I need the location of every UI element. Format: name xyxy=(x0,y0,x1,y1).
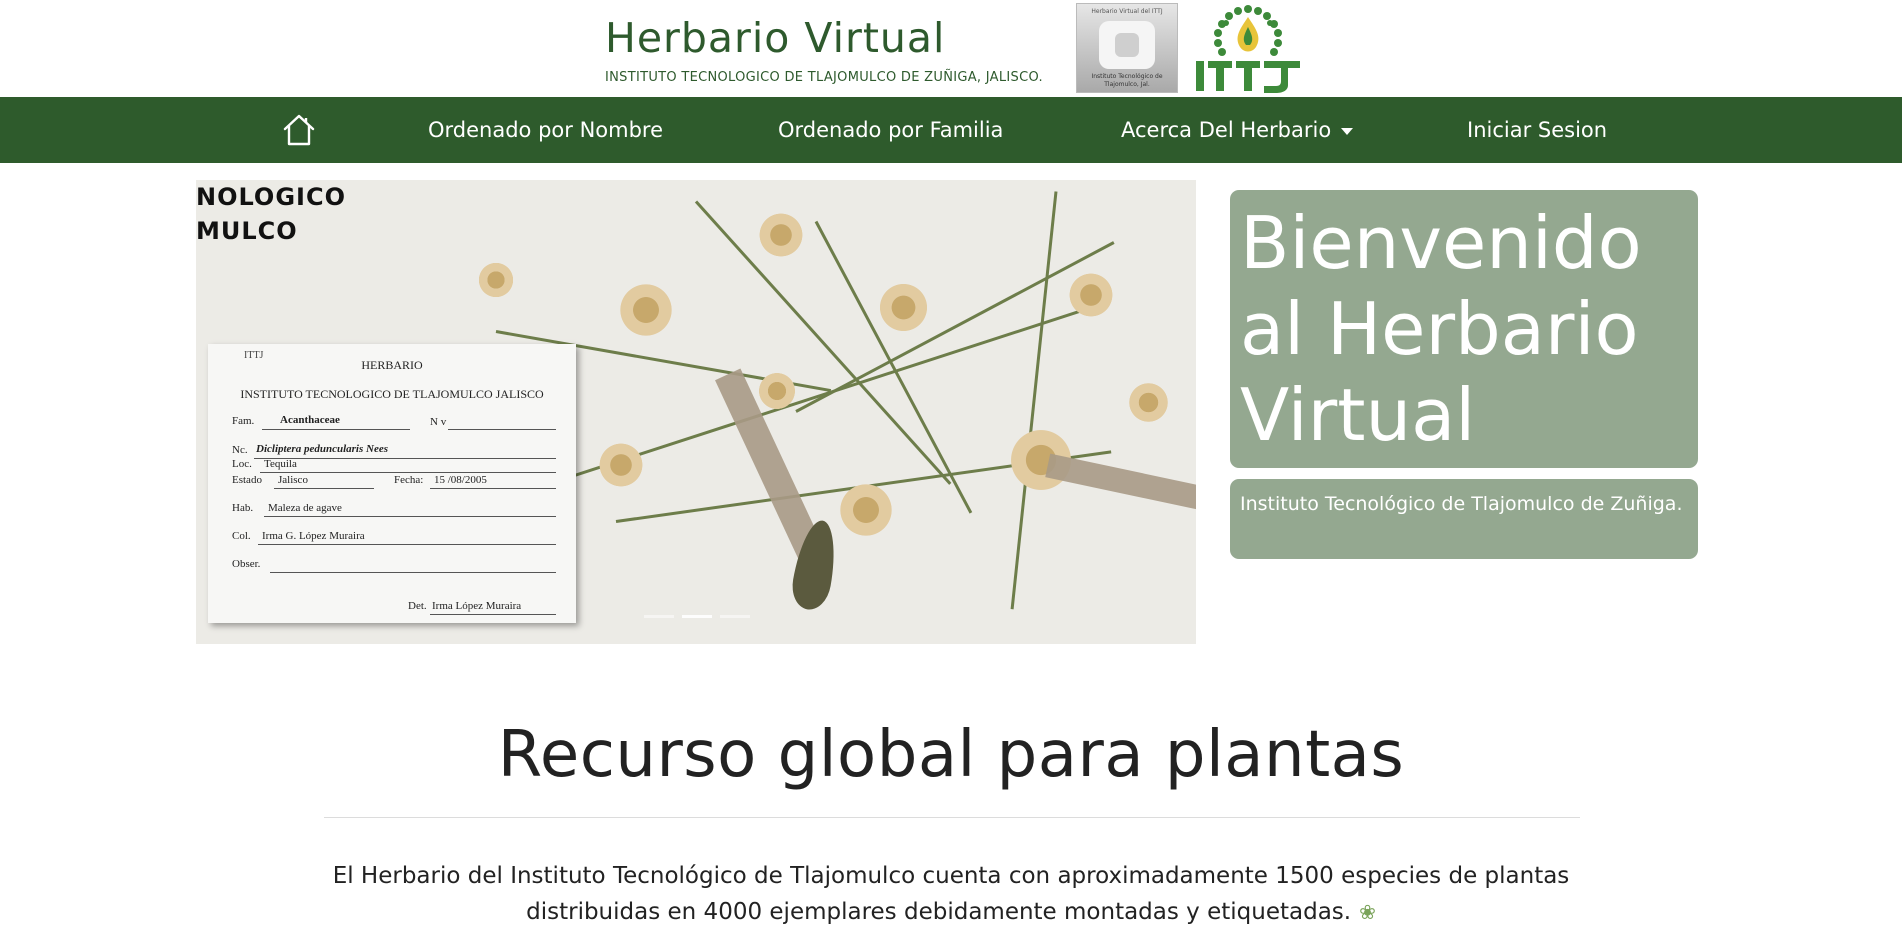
label-line xyxy=(254,458,556,459)
carousel-indicators xyxy=(196,615,1196,625)
label-hab: Hab. xyxy=(232,502,254,514)
flower-head xyxy=(756,210,806,260)
label-heading: HERBARIO xyxy=(361,358,423,372)
label-hab-value: Maleza de agave xyxy=(268,502,342,514)
label-loc: Loc. xyxy=(232,458,252,470)
welcome-title: Bienvenido al Herbario Virtual xyxy=(1240,201,1642,457)
hero-carousel[interactable]: NOLOGICO MULCO ITTJ HERBARIO INSTITUTO T… xyxy=(196,180,1196,644)
herbario-logo-top-text: Herbario Virtual del ITTJ xyxy=(1091,8,1163,15)
label-col: Col. xyxy=(232,530,251,542)
label-fecha: Fecha: xyxy=(394,474,424,486)
nav-item-iniciar-sesion[interactable]: Iniciar Sesion xyxy=(1467,97,1607,163)
main-nav: Ordenado por Nombre Ordenado por Familia… xyxy=(0,97,1902,163)
label-estado-value: Jalisco xyxy=(278,474,308,486)
label-fecha-value: 15 /08/2005 xyxy=(434,474,487,486)
herbario-logo: Herbario Virtual del ITTJ Instituto Tecn… xyxy=(1076,3,1178,93)
brand[interactable]: Herbario Virtual INSTITUTO TECNOLOGICO D… xyxy=(605,14,1043,85)
label-estado: Estado xyxy=(232,474,262,486)
label-det-value: Irma López Muraira xyxy=(432,600,522,612)
carousel-indicator[interactable] xyxy=(720,615,750,618)
label-line xyxy=(448,429,556,430)
label-loc-value: Tequila xyxy=(264,458,297,470)
welcome-card: Bienvenido al Herbario Virtual xyxy=(1230,190,1698,468)
label-fam-value: Acanthaceae xyxy=(280,414,340,426)
label-fam: Fam. xyxy=(232,415,254,427)
site-subtitle: INSTITUTO TECNOLOGICO DE TLAJOMULCO DE Z… xyxy=(605,70,1043,85)
herbarium-label-card: ITTJ HERBARIO INSTITUTO TECNOLOGICO DE T… xyxy=(208,344,576,623)
label-nc-value: Dicliptera peduncularis Nees xyxy=(256,443,388,455)
hero-corner-text-1: NOLOGICO xyxy=(196,183,346,211)
site-title[interactable]: Herbario Virtual xyxy=(605,14,1043,62)
plant-stem xyxy=(694,200,952,485)
label-col-value: Irma G. López Muraira xyxy=(262,530,365,542)
label-obser: Obser. xyxy=(232,558,261,570)
label-det: Det. xyxy=(408,600,427,612)
label-line xyxy=(258,544,556,545)
home-icon[interactable] xyxy=(282,113,316,147)
flower-head xyxy=(836,480,896,540)
nav-item-acerca-label: Acerca Del Herbario xyxy=(1121,118,1332,142)
site-header: Herbario Virtual INSTITUTO TECNOLOGICO D… xyxy=(0,0,1902,97)
institute-card: Instituto Tecnológico de Tlajomulco de Z… xyxy=(1230,479,1698,559)
hero-corner-text-2: MULCO xyxy=(196,217,298,245)
flower-head xyxy=(476,260,516,300)
label-line xyxy=(430,488,556,489)
flower-head xyxy=(596,440,646,490)
label-nv: N v xyxy=(430,416,447,428)
flower-head xyxy=(1126,380,1171,425)
carousel-indicator-active[interactable] xyxy=(682,615,712,618)
label-line xyxy=(262,429,410,430)
label-nc: Nc. xyxy=(232,444,248,456)
plant-stem xyxy=(814,220,973,514)
leaf-icon: ❀ xyxy=(1359,900,1376,924)
label-institute: INSTITUTO TECNOLOGICO DE TLAJOMULCO JALI… xyxy=(240,387,544,401)
nav-item-ordenado-familia[interactable]: Ordenado por Familia xyxy=(778,97,1003,163)
herbario-logo-shape xyxy=(1099,21,1155,69)
label-line xyxy=(274,488,374,489)
flower-head xyxy=(756,370,798,412)
nav-item-acerca-dropdown[interactable]: Acerca Del Herbario xyxy=(1121,97,1354,163)
section-description: El Herbario del Instituto Tecnológico de… xyxy=(300,858,1602,927)
nav-item-ordenado-nombre[interactable]: Ordenado por Nombre xyxy=(428,97,663,163)
label-line xyxy=(270,572,556,573)
hero-corner-text: NOLOGICO MULCO xyxy=(196,180,346,248)
flower-head xyxy=(1066,270,1116,320)
caret-down-icon xyxy=(1341,127,1354,135)
carousel-indicator[interactable] xyxy=(644,615,674,618)
mounting-tape xyxy=(1045,453,1196,511)
flower-head xyxy=(616,280,676,340)
plant-stem xyxy=(795,241,1115,413)
label-line xyxy=(264,516,556,517)
section-divider xyxy=(324,817,1580,818)
plant-stem xyxy=(1010,191,1058,610)
section-title: Recurso global para plantas xyxy=(497,718,1405,792)
herbario-logo-bottom-text: Instituto Tecnológico de Tlajomulco, Jal… xyxy=(1091,73,1163,88)
flower-head xyxy=(876,280,931,335)
label-fam-key: Fam. xyxy=(232,415,255,427)
label-line xyxy=(260,472,556,473)
itt-logo xyxy=(1196,5,1300,93)
section-description-text: El Herbario del Instituto Tecnológico de… xyxy=(332,863,1570,925)
